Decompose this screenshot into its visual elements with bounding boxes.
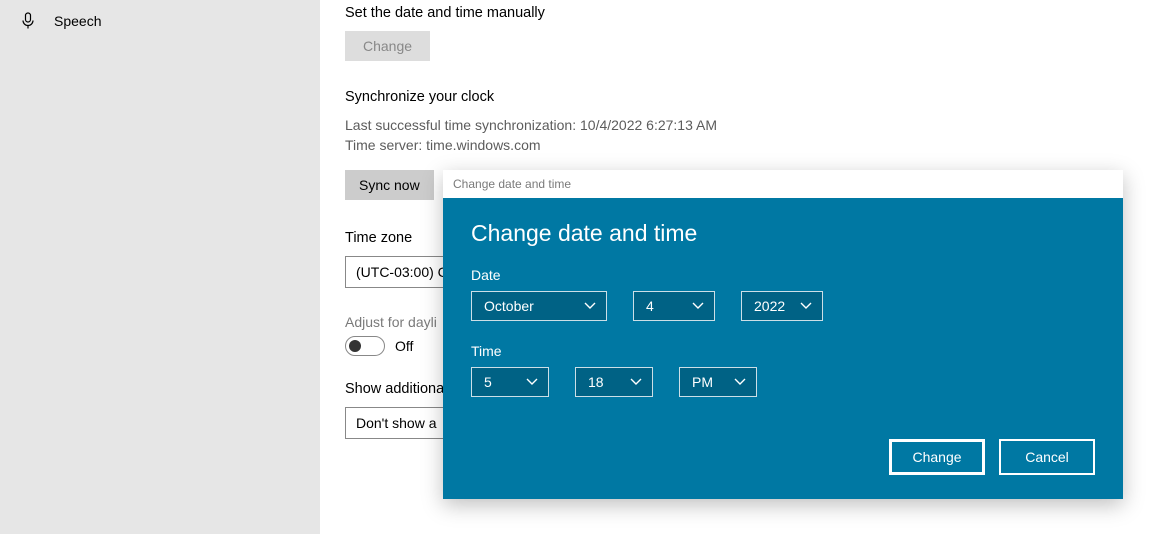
additional-clocks-value: Don't show a <box>356 415 437 431</box>
time-server-text: Time server: time.windows.com <box>345 135 1145 155</box>
manual-time-title: Set the date and time manually <box>345 5 1145 21</box>
time-label: Time <box>471 343 1095 359</box>
year-value: 2022 <box>754 298 785 314</box>
change-time-button[interactable]: Change <box>345 31 430 61</box>
minute-value: 18 <box>588 374 604 390</box>
dst-toggle[interactable] <box>345 336 385 356</box>
month-select[interactable]: October <box>471 291 607 321</box>
hour-select[interactable]: 5 <box>471 367 549 397</box>
chevron-down-icon <box>526 378 538 386</box>
ampm-value: PM <box>692 374 713 390</box>
chevron-down-icon <box>734 378 746 386</box>
dialog-titlebar: Change date and time <box>443 170 1123 198</box>
dialog-body: Change date and time Date October 4 2022 <box>443 198 1123 499</box>
toggle-knob <box>349 340 361 352</box>
chevron-down-icon <box>630 378 642 386</box>
dialog-change-button[interactable]: Change <box>889 439 985 475</box>
microphone-icon <box>20 12 36 30</box>
chevron-down-icon <box>800 302 812 310</box>
dst-state: Off <box>395 338 413 354</box>
timezone-value: (UTC-03:00) C <box>356 264 448 280</box>
chevron-down-icon <box>692 302 704 310</box>
chevron-down-icon <box>584 302 596 310</box>
dialog-cancel-button[interactable]: Cancel <box>999 439 1095 475</box>
settings-sidebar: Speech <box>0 0 320 534</box>
ampm-select[interactable]: PM <box>679 367 757 397</box>
change-date-time-dialog: Change date and time Change date and tim… <box>443 170 1123 499</box>
date-label: Date <box>471 267 1095 283</box>
minute-select[interactable]: 18 <box>575 367 653 397</box>
day-value: 4 <box>646 298 654 314</box>
hour-value: 5 <box>484 374 492 390</box>
sidebar-item-speech[interactable]: Speech <box>0 0 320 42</box>
day-select[interactable]: 4 <box>633 291 715 321</box>
year-select[interactable]: 2022 <box>741 291 823 321</box>
sidebar-item-label: Speech <box>54 13 101 29</box>
last-sync-text: Last successful time synchronization: 10… <box>345 115 1145 135</box>
sync-title: Synchronize your clock <box>345 89 1145 105</box>
month-value: October <box>484 298 534 314</box>
dialog-header: Change date and time <box>471 220 1095 247</box>
sync-now-button[interactable]: Sync now <box>345 170 434 200</box>
